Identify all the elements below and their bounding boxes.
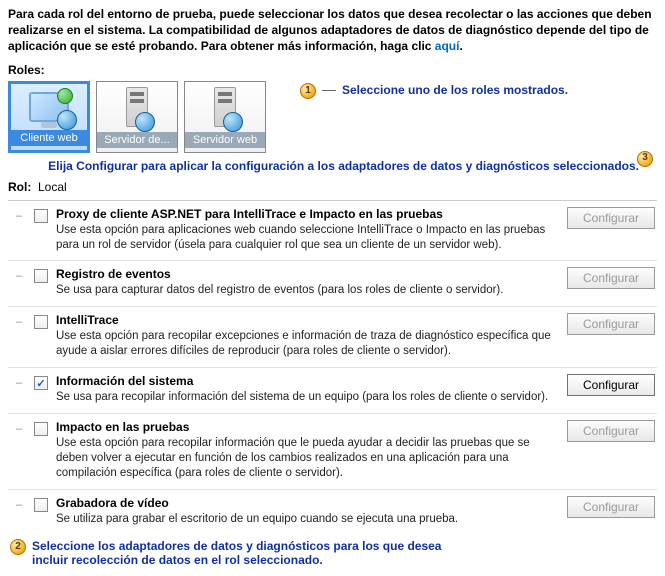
tree-dash-icon: – <box>16 267 26 282</box>
callout-3: Elija Configurar para aplicar la configu… <box>8 159 639 174</box>
adapter-row: – Proxy de cliente ASP.NET para IntelliTr… <box>8 201 657 262</box>
globe-icon <box>57 110 77 130</box>
configure-button[interactable]: Configurar <box>567 374 655 396</box>
role-label: Servidor web <box>185 132 265 148</box>
tree-dash-icon: – <box>16 420 26 435</box>
role-card-0[interactable]: Cliente web <box>8 81 90 153</box>
adapter-desc: Use esta opción para recopilar informaci… <box>56 436 555 481</box>
adapter-title: Grabadora de vídeo <box>56 496 555 510</box>
tree-dash-icon: – <box>16 313 26 328</box>
monitor-icon <box>29 92 69 122</box>
intro-after: . <box>459 39 462 53</box>
adapter-checkbox[interactable] <box>34 269 48 283</box>
configure-button: Configurar <box>567 267 655 289</box>
adapter-row: – Registro de eventos Se usa para capturar… <box>8 261 657 307</box>
adapter-desc: Use esta opción para aplicaciones web cu… <box>56 223 555 253</box>
settings-panel: Para cada rol del entorno de prueba, pue… <box>0 0 665 576</box>
tree-dash-icon: – <box>16 496 26 511</box>
adapter-title: Proxy de cliente ASP.NET para IntelliTra… <box>56 207 555 221</box>
role-card-1[interactable]: Servidor de... <box>96 81 178 153</box>
adapter-desc: Se utiliza para grabar el escritorio de … <box>56 512 555 527</box>
server-icon <box>214 87 236 127</box>
adapter-checkbox[interactable] <box>34 498 48 512</box>
adapters-list: – Proxy de cliente ASP.NET para IntelliTr… <box>8 200 657 535</box>
adapter-checkbox[interactable] <box>34 422 48 436</box>
globe-icon <box>223 112 243 132</box>
adapter-title: Información del sistema <box>56 374 555 388</box>
rol-label: Rol: <box>8 180 31 194</box>
callout-3-text: Elija Configurar para aplicar la configu… <box>48 159 639 173</box>
callout-badge-2: 2 <box>10 539 26 555</box>
adapter-desc: Use esta opción para recopilar excepcion… <box>56 329 555 359</box>
configure-button: Configurar <box>567 313 655 335</box>
adapter-title: Registro de eventos <box>56 267 555 281</box>
configure-button: Configurar <box>567 420 655 442</box>
callout-2: 2 Seleccione los adaptadores de datos y … <box>10 539 657 568</box>
roles-label: Roles: <box>8 63 657 77</box>
tree-dash-icon: – <box>16 207 26 222</box>
adapter-row: – Información del sistema Se usa para reco… <box>8 368 657 414</box>
adapter-row: – Impacto en las pruebas Use esta opción p… <box>8 414 657 490</box>
intro-link[interactable]: aquí <box>435 39 460 53</box>
status-dot-icon <box>57 88 73 104</box>
tree-dash-icon: – <box>16 374 26 389</box>
adapter-checkbox[interactable] <box>34 315 48 329</box>
roles-row: Cliente web Servidor de... Servidor web 1 … <box>8 81 657 153</box>
globe-icon <box>135 112 155 132</box>
configure-button: Configurar <box>567 207 655 229</box>
role-label: Servidor de... <box>97 132 177 148</box>
adapter-desc: Se usa para capturar datos del registro … <box>56 283 555 298</box>
callout-1-text: Seleccione uno de los roles mostrados. <box>342 83 568 97</box>
adapter-checkbox[interactable] <box>34 376 48 390</box>
adapter-title: Impacto en las pruebas <box>56 420 555 434</box>
adapter-row: – IntelliTrace Use esta opción para recopi… <box>8 307 657 368</box>
server-icon <box>126 87 148 127</box>
adapter-checkbox[interactable] <box>34 209 48 223</box>
configure-button: Configurar <box>567 496 655 518</box>
rol-row: Rol: Local <box>8 180 657 194</box>
intro-before: Para cada rol del entorno de prueba, pue… <box>8 7 652 53</box>
role-label: Cliente web <box>11 130 87 146</box>
intro-text: Para cada rol del entorno de prueba, pue… <box>8 6 657 55</box>
adapter-title: IntelliTrace <box>56 313 555 327</box>
callout-2-text: Seleccione los adaptadores de datos y di… <box>32 539 462 568</box>
role-card-2[interactable]: Servidor web <box>184 81 266 153</box>
callout-1: 1 Seleccione uno de los roles mostrados. <box>300 83 568 99</box>
callout-badge-1: 1 <box>300 83 316 99</box>
adapter-row: – Grabadora de vídeo Se utiliza para graba… <box>8 490 657 535</box>
adapter-desc: Se usa para recopilar información del si… <box>56 390 555 405</box>
rol-value: Local <box>38 180 67 194</box>
callout-badge-3: 3 <box>637 151 653 167</box>
